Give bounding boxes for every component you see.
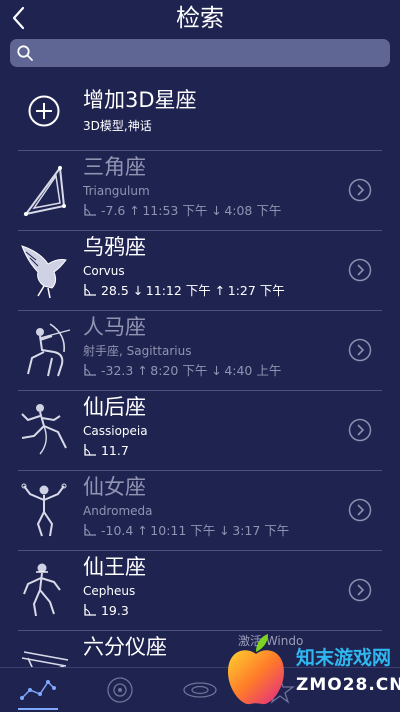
second-time: 4:40 上午 [224,363,282,378]
list-item-sagittarius[interactable]: 人马座 射手座, Sagittarius -32.3 ↑ 8:20 下午 ↓ 4… [0,310,400,390]
constellation-subtitle: 射手座, Sagittarius [83,344,192,358]
plus-circle-icon [28,95,60,127]
angle-icon [84,604,96,616]
first-direction-arrow: ↑ [129,203,140,218]
angle-icon [84,444,96,456]
watermark: 激活 Windo 知末游戏网 ZMO28.CN [210,628,400,711]
chevron-right-circle-icon[interactable] [348,258,372,282]
second-direction-arrow: ↓ [219,523,230,538]
second-direction-arrow: ↓ [211,363,222,378]
constellation-name: 仙女座 [83,475,146,499]
first-direction-arrow: ↑ [137,523,148,538]
add-row-subtitle: 3D模型,神话 [83,119,152,133]
constellation-name: 三角座 [83,155,146,179]
second-direction-arrow: ↓ [211,203,222,218]
constellation-name: 人马座 [83,315,146,339]
altitude-value: 11.7 [100,443,129,458]
sagittarius-archer-illustration-icon [27,323,71,377]
altitude-value: -10.4 [100,523,134,538]
search-input[interactable] [38,39,378,67]
chevron-right-circle-icon[interactable] [348,178,372,202]
altitude-value: 19.3 [100,603,129,618]
second-direction-arrow: ↑ [214,283,226,298]
rise-set-info: -7.6 ↑ 11:53 下午 ↓ 4:08 下午 [83,202,281,220]
list-item-triangulum[interactable]: 三角座 Triangulum -7.6 ↑ 11:53 下午 ↓ 4:08 下午 [0,150,400,230]
rise-set-info: 19.3 [83,602,129,620]
list-item-cepheus[interactable]: 仙王座 Cepheus 19.3 [0,550,400,630]
first-time: 10:11 下午 [150,523,216,538]
chevron-right-circle-icon[interactable] [348,338,372,362]
second-time: 4:08 下午 [224,203,282,218]
constellation-subtitle: Andromeda [83,504,153,518]
triangulum-illustration-icon [23,165,66,216]
add-3d-constellation-row[interactable]: 增加3D星座 3D模型,神话 [0,72,400,150]
search-icon [17,45,33,61]
constellation-name: 乌鸦座 [83,235,146,259]
tab-solar-system[interactable] [96,672,144,708]
angle-icon [84,284,96,296]
chevron-right-circle-icon[interactable] [348,418,372,442]
add-row-title: 增加3D星座 [83,88,197,112]
cepheus-king-illustration-icon [23,563,61,617]
header: 检索 [0,0,400,36]
corvus-crow-illustration-icon [21,245,67,299]
watermark-domain: ZMO28.CN [296,675,400,695]
watermark-brand: 知末游戏网 [296,647,392,669]
first-time: 11:12 下午 [145,283,211,298]
constellation-subtitle: Cassiopeia [83,424,148,438]
altitude-value: -32.3 [100,363,134,378]
page-title: 检索 [176,4,224,32]
list-item-corvus[interactable]: 乌鸦座 Corvus 28.5 ↓ 11:12 下午 ↑ 1:27 下午 [0,230,400,310]
first-time: 11:53 下午 [142,203,208,218]
angle-icon [84,364,96,376]
first-direction-arrow: ↓ [132,283,144,298]
constellation-name: 仙王座 [83,555,146,579]
apple-logo-icon [228,634,284,705]
second-time: 1:27 下午 [227,283,285,298]
constellation-name: 六分仪座 [83,635,167,659]
orbit-icon [107,677,133,703]
angle-icon [84,524,96,536]
first-time: 8:20 下午 [150,363,208,378]
list-item-cassiopeia[interactable]: 仙后座 Cassiopeia 11.7 [0,390,400,470]
constellation-subtitle: Cepheus [83,584,136,598]
tab-active-indicator [18,708,58,710]
angle-icon [84,204,96,216]
rise-set-info: -10.4 ↑ 10:11 下午 ↓ 3:17 下午 [83,522,289,540]
tab-constellations[interactable] [14,672,62,708]
rise-set-info: -32.3 ↑ 8:20 下午 ↓ 4:40 上午 [83,362,281,380]
altitude-value: 28.5 [100,283,129,298]
chevron-right-circle-icon[interactable] [348,578,372,602]
cassiopeia-queen-illustration-icon [21,404,67,455]
constellation-subtitle: Corvus [83,264,125,278]
first-direction-arrow: ↑ [137,363,148,378]
second-time: 3:17 下午 [232,523,290,538]
altitude-value: -7.6 [100,203,126,218]
list-item-andromeda[interactable]: 仙女座 Andromeda -10.4 ↑ 10:11 下午 ↓ 3:17 下午 [0,470,400,550]
rise-set-info: 11.7 [83,442,129,460]
constellation-subtitle: Triangulum [83,184,150,198]
chevron-right-circle-icon[interactable] [348,498,372,522]
constellation-icon [20,680,56,700]
search-bar[interactable] [10,39,390,67]
constellation-name: 仙后座 [83,395,146,419]
rise-set-info: 28.5 ↓ 11:12 下午 ↑ 1:27 下午 [83,282,285,300]
andromeda-princess-illustration-icon [21,483,67,537]
